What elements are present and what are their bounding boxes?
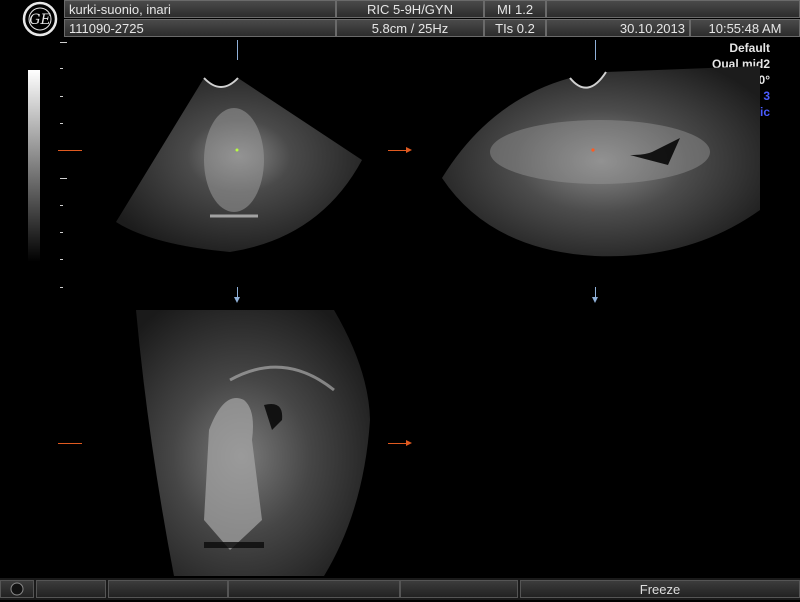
- scan-plane-a[interactable]: [100, 60, 380, 260]
- grayscale-bar: [28, 70, 40, 262]
- plane-b-left-marker: [388, 150, 406, 151]
- freeze-button[interactable]: Freeze: [520, 580, 800, 598]
- exam-time: 10:55:48 AM: [690, 19, 800, 37]
- power-button[interactable]: [0, 580, 34, 598]
- plane-b-bottom-line: [595, 287, 596, 297]
- patient-id: 111090-2725: [64, 19, 336, 37]
- plane-b-top-marker: [595, 40, 596, 60]
- probe-preset: RIC 5-9H/GYN: [336, 0, 484, 18]
- scan-plane-c[interactable]: [134, 310, 374, 578]
- plane-c-arrow-icon: [406, 440, 412, 446]
- exam-date: 30.10.2013: [546, 19, 690, 37]
- patient-name: kurki-suonio, inari: [64, 0, 336, 18]
- plane-a-bottom-line: [237, 287, 238, 297]
- plane-a-down-arrow-icon: [234, 297, 240, 303]
- plane-c-left-marker: [58, 443, 82, 444]
- power-icon: [10, 582, 24, 596]
- mi-value: MI 1.2: [484, 0, 546, 18]
- header-blank-top: [546, 0, 800, 18]
- ge-logo-icon: GE: [0, 0, 64, 38]
- plane-b-arrow-icon: [406, 147, 412, 153]
- plane-b-down-arrow-icon: [592, 297, 598, 303]
- softkey-2[interactable]: [108, 580, 228, 598]
- svg-text:GE: GE: [29, 12, 50, 28]
- plane-c-right-marker: [388, 443, 406, 444]
- tis-value: TIs 0.2: [484, 19, 546, 37]
- softkey-1[interactable]: [36, 580, 106, 598]
- scan-plane-b[interactable]: [430, 60, 780, 260]
- softkey-3[interactable]: [228, 580, 400, 598]
- preset-label: Default: [729, 41, 770, 55]
- plane-a-top-marker: [237, 40, 238, 60]
- depth-frame-rate: 5.8cm / 25Hz: [336, 19, 484, 37]
- softkey-4[interactable]: [400, 580, 518, 598]
